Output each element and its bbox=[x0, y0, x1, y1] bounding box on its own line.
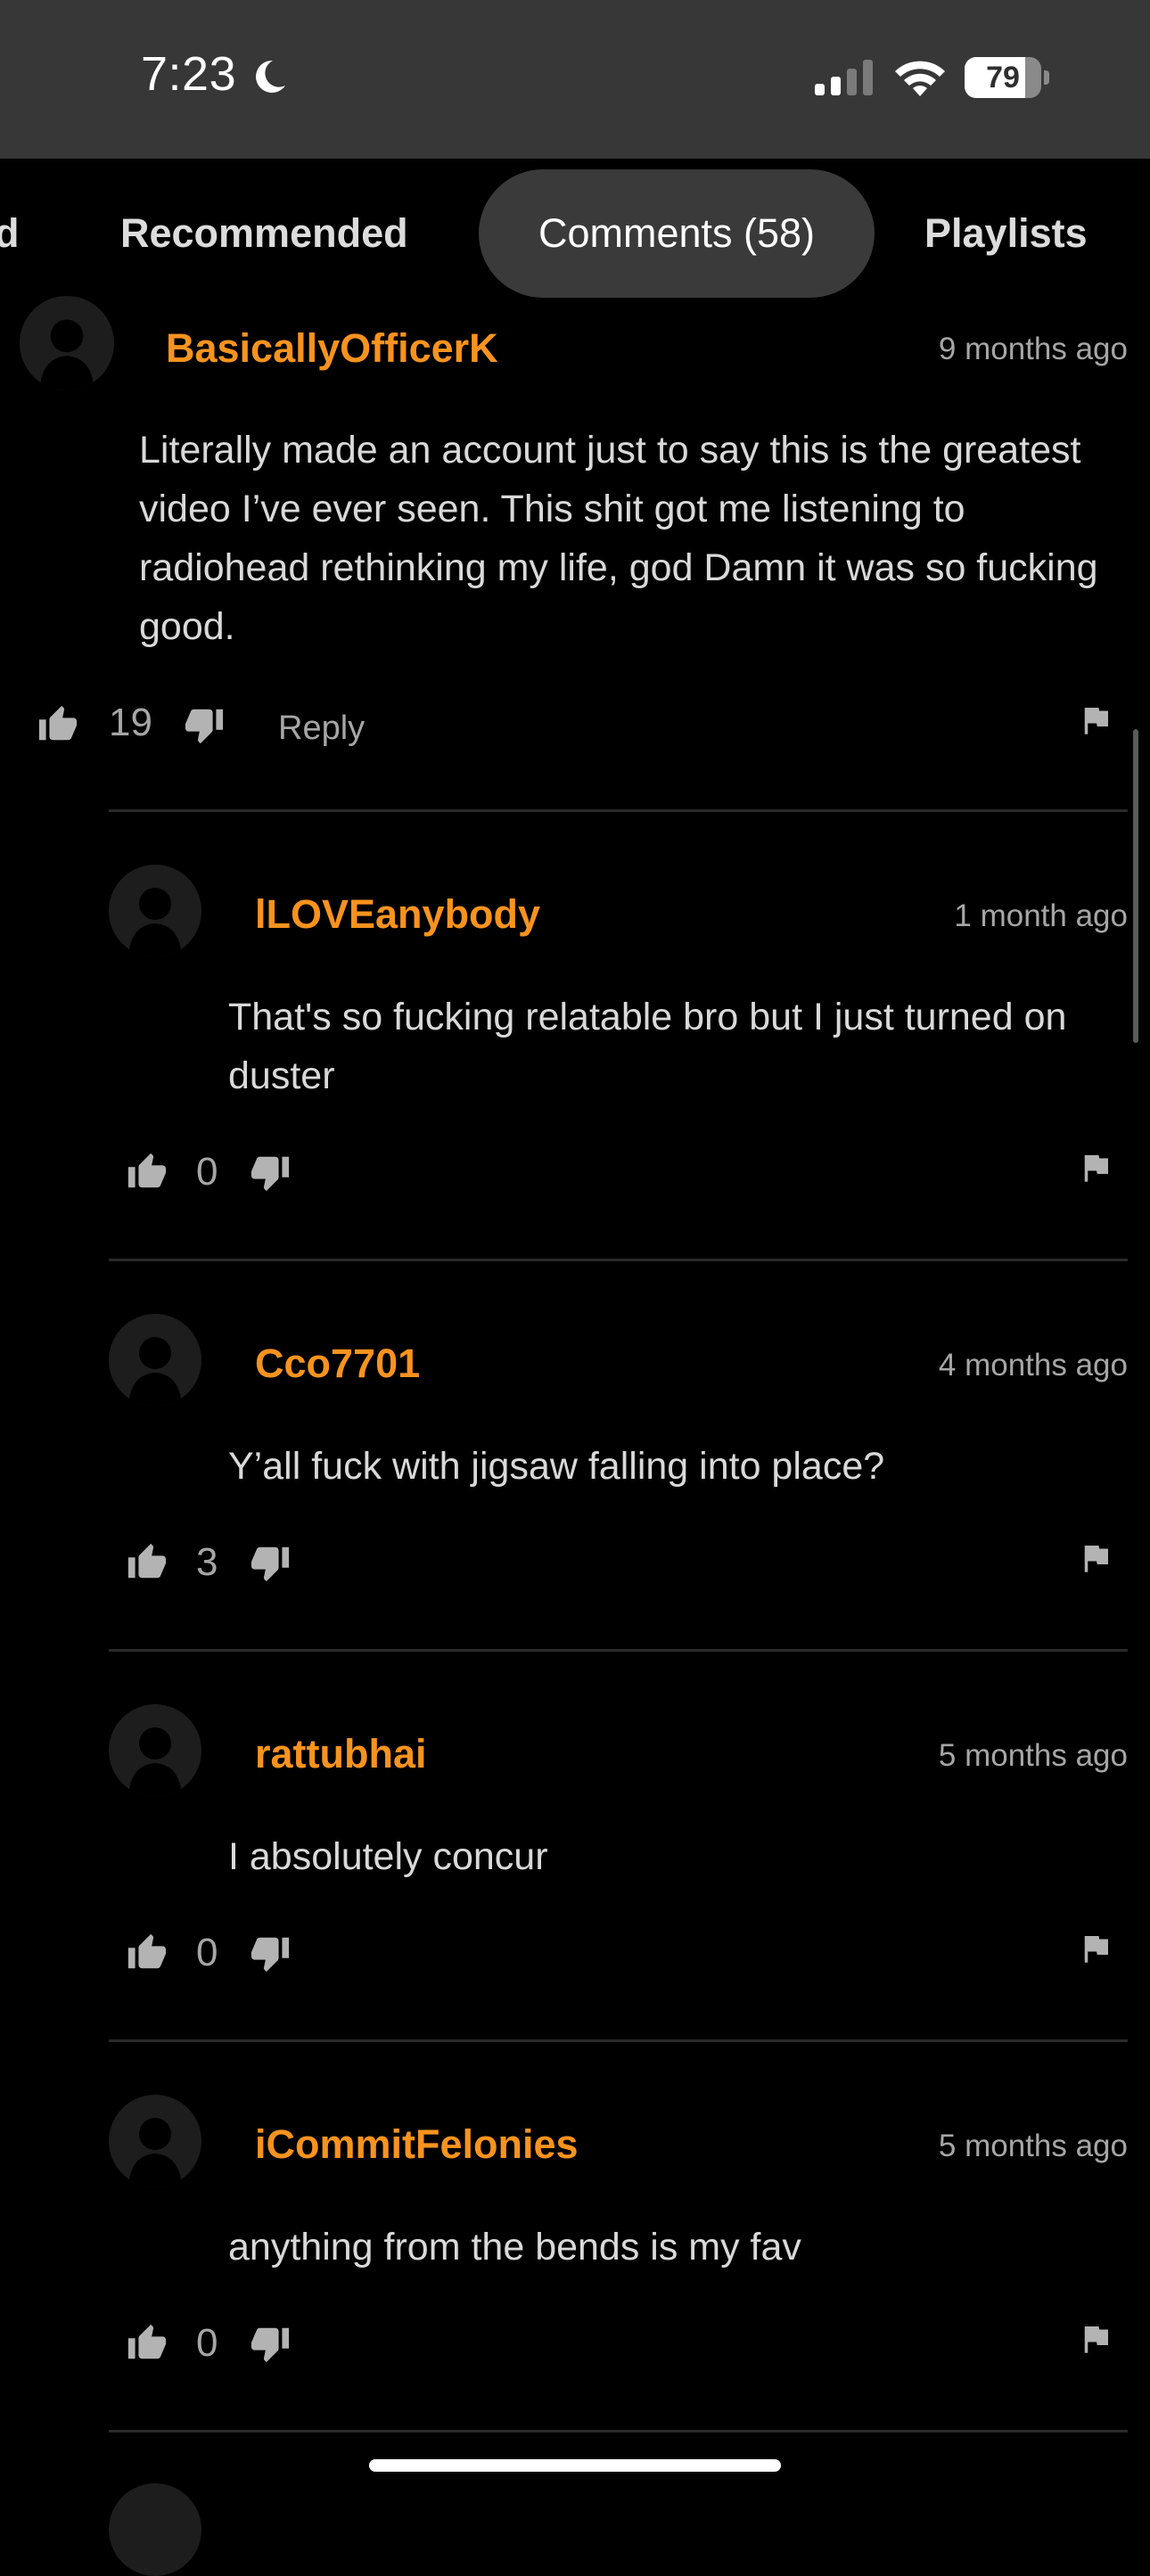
comment-time: 5 months ago bbox=[938, 2129, 1128, 2163]
flag-icon[interactable] bbox=[1077, 2319, 1114, 2359]
thumbs-down-icon[interactable] bbox=[184, 704, 225, 745]
thumbs-up-icon[interactable] bbox=[37, 704, 78, 745]
thumbs-down-icon[interactable] bbox=[250, 1542, 291, 1583]
comment-divider bbox=[109, 2430, 1128, 2432]
thumbs-down-icon[interactable] bbox=[250, 2323, 291, 2364]
avatar[interactable] bbox=[109, 2483, 201, 2576]
flag-icon[interactable] bbox=[1077, 1148, 1114, 1187]
moon-icon bbox=[256, 60, 285, 93]
avatar[interactable] bbox=[109, 865, 201, 957]
flag-icon[interactable] bbox=[1077, 701, 1114, 740]
comment-username[interactable]: Cco7701 bbox=[255, 1341, 420, 1387]
battery-icon: 79 bbox=[965, 57, 1050, 98]
wifi-icon bbox=[895, 61, 945, 96]
comment-text: anything from the bends is my fav bbox=[228, 2226, 801, 2268]
avatar[interactable] bbox=[20, 296, 114, 390]
like-count: 0 bbox=[196, 1931, 218, 1974]
avatar[interactable] bbox=[109, 1314, 201, 1407]
comment-username[interactable]: iCommitFelonies bbox=[255, 2121, 579, 2168]
status-time: 7:23 bbox=[141, 47, 237, 101]
like-count: 3 bbox=[196, 1540, 218, 1584]
comment-time: 1 month ago bbox=[954, 898, 1128, 933]
comment-divider bbox=[109, 2039, 1128, 2042]
tab-recommended[interactable]: Recommended bbox=[120, 169, 408, 298]
tab-playlists[interactable]: Playlists bbox=[924, 169, 1088, 298]
comment-username[interactable]: rattubhai bbox=[255, 1731, 427, 1777]
thumbs-up-icon[interactable] bbox=[127, 1932, 168, 1973]
comment-time: 9 months ago bbox=[938, 332, 1128, 366]
comment-username[interactable]: BasicallyOfficerK bbox=[166, 325, 498, 372]
thumbs-up-icon[interactable] bbox=[127, 2323, 168, 2364]
comment-username[interactable]: lLOVEanybody bbox=[255, 891, 540, 938]
scrollbar[interactable] bbox=[1133, 729, 1138, 1043]
comment-time: 5 months ago bbox=[938, 1738, 1128, 1773]
comment-divider bbox=[109, 1259, 1128, 1261]
thumbs-down-icon[interactable] bbox=[250, 1152, 291, 1193]
comment-divider bbox=[109, 809, 1128, 812]
comment-text: That's so fucking relatable bro but I ju… bbox=[228, 996, 1067, 1097]
comment-time: 4 months ago bbox=[938, 1348, 1128, 1382]
battery-level: 79 bbox=[986, 61, 1020, 94]
thumbs-down-icon[interactable] bbox=[250, 1932, 291, 1973]
comment-text: I absolutely concur bbox=[228, 1835, 548, 1878]
like-count: 0 bbox=[196, 1150, 218, 1194]
flag-icon[interactable] bbox=[1077, 1929, 1114, 1968]
like-count: 0 bbox=[196, 2321, 218, 2365]
comment-text: Y’all fuck with jigsaw falling into plac… bbox=[228, 1445, 885, 1488]
comment-divider bbox=[109, 1649, 1128, 1652]
avatar[interactable] bbox=[109, 1704, 201, 1797]
like-count: 19 bbox=[109, 701, 152, 744]
reply-button[interactable]: Reply bbox=[278, 710, 365, 748]
flag-icon[interactable] bbox=[1077, 1538, 1114, 1578]
tab-comments[interactable]: Comments (58) bbox=[479, 169, 875, 298]
battery-cap bbox=[1044, 70, 1049, 85]
comment-text: Literally made an account just to say th… bbox=[139, 429, 1098, 648]
avatar[interactable] bbox=[109, 2095, 201, 2187]
signal-icon bbox=[815, 60, 873, 95]
home-indicator[interactable] bbox=[369, 2459, 781, 2472]
thumbs-up-icon[interactable] bbox=[127, 1152, 168, 1193]
tab-partial[interactable]: d bbox=[0, 169, 20, 298]
thumbs-up-icon[interactable] bbox=[127, 1542, 168, 1583]
tab-bar: d Recommended Comments (58) Playlists bbox=[0, 159, 1150, 310]
